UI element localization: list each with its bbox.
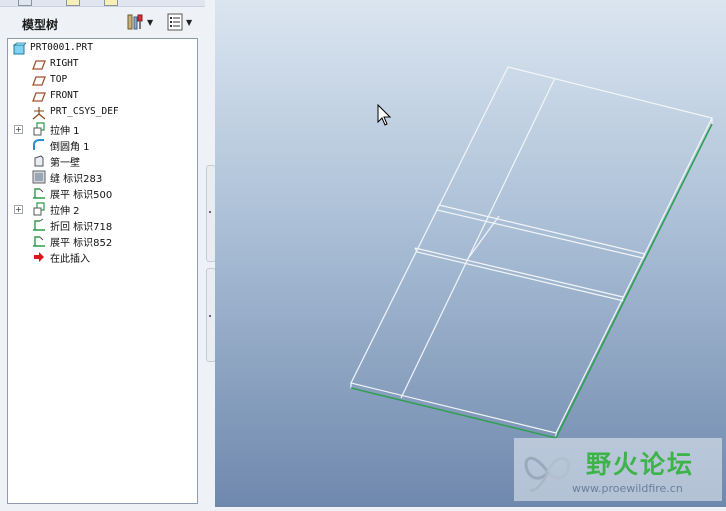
tree-item-label: RIGHT — [50, 58, 79, 69]
tree-item-label: PRT_CSYS_DEF — [50, 106, 119, 117]
graphics-viewport[interactable] — [215, 0, 726, 507]
tree-item-bend-back-718[interactable]: 折回 标识718 — [8, 217, 197, 233]
tree-item-label: 折回 标识718 — [50, 222, 113, 233]
csys-icon — [32, 107, 46, 120]
mouse-cursor-icon — [377, 103, 392, 126]
forum-watermark: 野火论坛 www.proewildfire.cn — [514, 438, 722, 501]
part-icon — [12, 42, 26, 55]
tree-item-label: 倒圆角 1 — [50, 142, 90, 153]
butterfly-logo-icon — [524, 456, 571, 492]
model-tree-header: 模型树 ▼ ▼ — [0, 8, 205, 36]
tree-item-extrude-1[interactable]: + 拉伸 1 — [8, 121, 197, 137]
tree-item-label: 拉伸 2 — [50, 206, 80, 217]
grip-dot-icon — [209, 315, 211, 317]
tree-item-label: 展平 标识852 — [50, 238, 113, 249]
expand-icon[interactable]: + — [14, 205, 23, 214]
chevron-down-icon: ▼ — [147, 17, 154, 27]
tree-item-extrude-2[interactable]: + 拉伸 2 — [8, 201, 197, 217]
insert-here-arrow-icon — [34, 252, 44, 262]
model-tree-title: 模型树 — [22, 18, 59, 32]
tree-item-label: TOP — [50, 74, 68, 85]
list-icon — [167, 13, 183, 31]
tree-item-label: FRONT — [50, 90, 79, 101]
model-tree[interactable]: PRT0001.PRT RIGHT TOP FRONT PRT_CSYS_DEF… — [7, 38, 198, 504]
tree-item-part[interactable]: PRT0001.PRT — [8, 41, 197, 57]
tree-item-insert-here[interactable]: 在此插入 — [8, 249, 197, 265]
model-tree-tab-icon[interactable] — [18, 0, 32, 6]
tree-item-csys[interactable]: PRT_CSYS_DEF — [8, 105, 197, 121]
extrude-icon — [33, 122, 45, 136]
tree-item-round-1[interactable]: 倒圆角 1 — [8, 137, 197, 153]
tree-item-label: 在此插入 — [50, 254, 90, 265]
tools-icon — [127, 14, 143, 30]
rip-icon — [32, 170, 46, 184]
watermark-title: 野火论坛 — [586, 450, 695, 479]
tree-item-label: 拉伸 1 — [50, 126, 80, 137]
tree-item-label: PRT0001.PRT — [30, 42, 93, 53]
navigator-tab-strip — [0, 0, 205, 7]
folder-browser-tab-icon[interactable] — [66, 0, 80, 6]
grip-dot-icon — [209, 211, 211, 213]
tree-show-button[interactable]: ▼ — [167, 12, 192, 32]
datum-plane-icon — [32, 76, 46, 86]
bend-back-icon — [33, 218, 45, 231]
tree-item-unbend-852[interactable]: 展平 标识852 — [8, 233, 197, 249]
datum-plane-icon — [32, 60, 46, 70]
tree-item-right[interactable]: RIGHT — [8, 57, 197, 73]
tree-item-label: 第一壁 — [50, 158, 80, 169]
sheetmetal-model — [350, 66, 713, 439]
first-wall-icon — [34, 155, 44, 167]
tree-item-rip[interactable]: 缝 标识283 — [8, 169, 197, 185]
unbend-icon — [33, 188, 45, 199]
round-icon — [33, 139, 44, 150]
expand-icon[interactable]: + — [14, 125, 23, 134]
favorites-tab-icon[interactable] — [104, 0, 118, 6]
unbend-icon — [33, 236, 45, 247]
tree-item-first-wall[interactable]: 第一壁 — [8, 153, 197, 169]
tree-item-label: 展平 标识500 — [50, 190, 113, 201]
tree-settings-button[interactable]: ▼ — [126, 12, 153, 32]
tree-item-top[interactable]: TOP — [8, 73, 197, 89]
chevron-down-icon: ▼ — [186, 17, 193, 27]
watermark-url: www.proewildfire.cn — [572, 482, 683, 495]
tree-item-label: 缝 标识283 — [50, 174, 103, 185]
tree-item-front[interactable]: FRONT — [8, 89, 197, 105]
datum-plane-icon — [32, 92, 46, 102]
tree-item-unbend-500[interactable]: 展平 标识500 — [8, 185, 197, 201]
model-tree-panel: 模型树 ▼ ▼ PRT0001.PRT RIGHT TOP FRONT PRT_… — [0, 0, 205, 507]
extrude-icon — [33, 202, 45, 216]
